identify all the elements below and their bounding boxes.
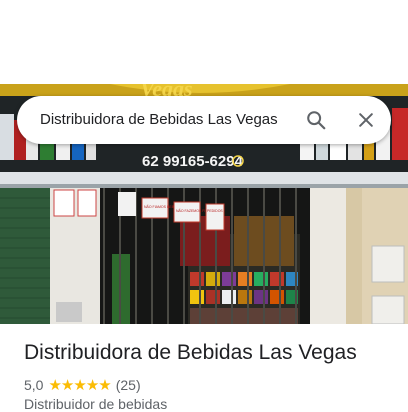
search-button[interactable] bbox=[300, 104, 332, 136]
close-icon bbox=[359, 113, 373, 127]
star-icon: ★ bbox=[73, 376, 87, 394]
star-icon: ★ bbox=[48, 376, 62, 394]
rating-stars: ★ ★ ★ ★ ★ bbox=[48, 376, 112, 394]
sign-phone: 62 99165-6294 bbox=[142, 153, 244, 170]
star-icon: ★ bbox=[60, 376, 75, 394]
review-count[interactable]: (25) bbox=[116, 377, 141, 393]
notice-3: PEDIDOS bbox=[207, 209, 223, 213]
search-input[interactable]: Distribuidora de Bebidas Las Vegas bbox=[40, 96, 278, 144]
search-bar[interactable]: Distribuidora de Bebidas Las Vegas bbox=[17, 96, 391, 144]
search-icon bbox=[307, 111, 326, 130]
place-category: Distribuidor de bebidas bbox=[24, 396, 168, 412]
star-icon: ★ bbox=[98, 376, 112, 394]
place-title: Distribuidora de Bebidas Las Vegas bbox=[24, 341, 357, 364]
rating-value: 5,0 bbox=[24, 377, 44, 393]
clear-search-button[interactable] bbox=[350, 104, 382, 136]
rating-row[interactable]: 5,0 ★ ★ ★ ★ ★ (25) bbox=[24, 376, 141, 394]
star-icon: ★ bbox=[85, 376, 100, 394]
